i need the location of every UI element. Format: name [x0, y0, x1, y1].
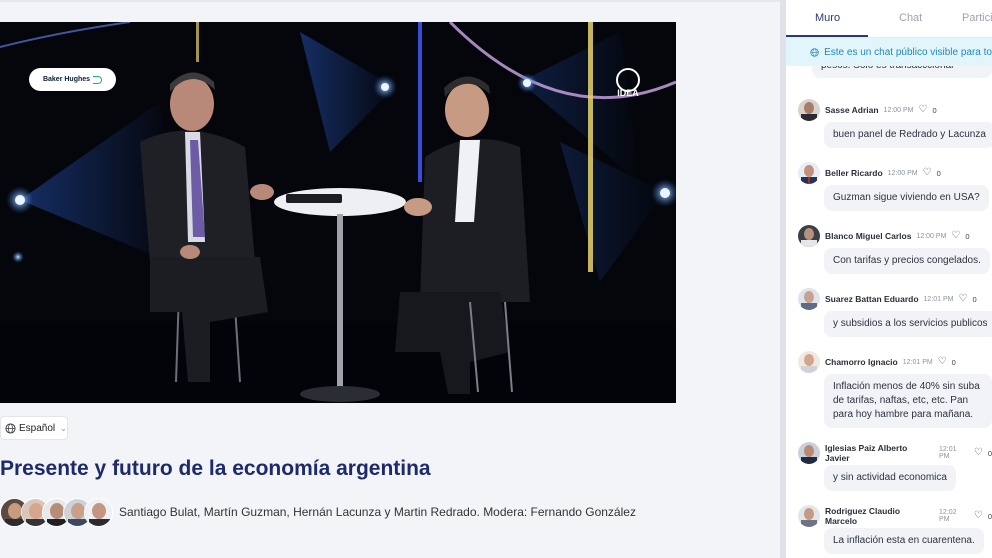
chat-message: Sasse Adrian 12:00 PM ♡ 0 buen panel de …: [798, 99, 992, 148]
chat-panel: Muro Chat Partici pesos. Solo es transac…: [786, 0, 992, 558]
author-name[interactable]: Iglesias Paiz Alberto Javier: [825, 443, 934, 463]
public-chat-notice: Este es un chat público visible para to: [786, 38, 992, 66]
avatar: [798, 99, 820, 121]
message-time: 12:01 PM: [938, 446, 957, 460]
message-bubble: y subsidios a los servicios publicos: [824, 311, 992, 337]
heart-icon[interactable]: ♡: [938, 357, 947, 367]
public-chat-notice-text: Este es un chat público visible para to: [824, 46, 992, 58]
avatar: [798, 288, 820, 310]
sponsor-logo: Baker Hughes: [29, 68, 116, 91]
message-time: 12:00 PM: [916, 232, 947, 240]
message-time: 12:02 PM: [939, 509, 957, 523]
message-bubble: Guzman sigue viviendo en USA?: [824, 185, 989, 211]
like-count: 0: [965, 231, 970, 241]
message-bubble: Con tarifas y precios congelados.: [824, 248, 990, 274]
top-divider: [0, 0, 780, 2]
author-name[interactable]: Suarez Battan Eduardo: [825, 294, 919, 304]
chat-message: Rodriguez Claudio Marcelo 12:02 PM ♡ 0 L…: [798, 505, 992, 554]
author-name[interactable]: Sasse Adrian: [825, 105, 879, 115]
sponsor-mark-icon: [93, 75, 103, 84]
author-name[interactable]: Beller Ricardo: [825, 168, 883, 178]
chevron-down-icon: ⌄: [60, 423, 67, 433]
event-title: Presente y futuro de la economía argenti…: [0, 457, 431, 480]
avatar: [798, 442, 820, 464]
channel-logo: IDEA: [616, 68, 640, 98]
chat-message: Iglesias Paiz Alberto Javier 12:01 PM ♡ …: [798, 442, 992, 491]
chat-message: Suarez Battan Eduardo 12:01 PM ♡ 0 y sub…: [798, 288, 992, 337]
like-count: 0: [936, 168, 941, 178]
chat-message: Chamorro Ignacio 12:01 PM ♡ 0 Inflación …: [798, 351, 992, 428]
globe-icon: [810, 47, 819, 57]
avatar: [798, 505, 820, 527]
heart-icon[interactable]: ♡: [951, 231, 960, 241]
like-count: 0: [987, 511, 992, 521]
like-count: 0: [987, 448, 992, 458]
heart-icon[interactable]: ♡: [974, 448, 983, 458]
avatar: [798, 162, 820, 184]
globe-icon: [5, 422, 16, 434]
message-time: 12:00 PM: [883, 106, 914, 114]
speaker-list: Santiago Bulat, Martín Guzman, Hernán La…: [119, 505, 636, 519]
message-bubble: buen panel de Redrado y Lacunza: [824, 122, 992, 148]
heart-icon[interactable]: ♡: [923, 168, 932, 178]
avatar: [798, 225, 820, 247]
speaker-avatars: [0, 498, 113, 529]
channel-label: IDEA: [617, 88, 639, 98]
chat-message: Blanco Miguel Carlos 12:00 PM ♡ 0 Con ta…: [798, 225, 990, 274]
author-name[interactable]: Blanco Miguel Carlos: [825, 231, 911, 241]
tab-muro[interactable]: Muro: [815, 12, 840, 24]
video-player[interactable]: Baker Hughes IDEA: [0, 22, 676, 403]
avatar: [798, 351, 820, 373]
chat-message: Beller Ricardo 12:00 PM ♡ 0 Guzman sigue…: [798, 162, 989, 211]
heart-icon[interactable]: ♡: [919, 105, 928, 115]
avatar: [84, 498, 113, 527]
message-time: 12:00 PM: [887, 169, 918, 177]
chat-tabs: Muro Chat Partici: [786, 0, 992, 38]
like-count: 0: [932, 105, 937, 115]
like-count: 0: [972, 294, 977, 304]
author-name[interactable]: Chamorro Ignacio: [825, 357, 898, 367]
sponsor-label: Baker Hughes: [42, 76, 91, 83]
message-time: 12:01 PM: [923, 295, 954, 303]
author-name[interactable]: Rodriguez Claudio Marcelo: [825, 506, 934, 526]
active-tab-indicator: [786, 35, 868, 37]
message-bubble: Inflación menos de 40% sin suba de tarif…: [824, 374, 992, 428]
message-bubble: La inflación esta en cuarentena.: [824, 528, 984, 554]
language-selector[interactable]: Español ⌄: [0, 416, 68, 440]
language-label: Español: [19, 422, 56, 434]
message-time: 12:01 PM: [902, 358, 933, 366]
like-count: 0: [951, 357, 956, 367]
tab-chat[interactable]: Chat: [899, 12, 922, 24]
tab-participants[interactable]: Partici: [962, 12, 992, 24]
message-bubble: y sin actividad economica: [824, 465, 956, 491]
heart-icon[interactable]: ♡: [974, 511, 983, 521]
heart-icon[interactable]: ♡: [959, 294, 968, 304]
